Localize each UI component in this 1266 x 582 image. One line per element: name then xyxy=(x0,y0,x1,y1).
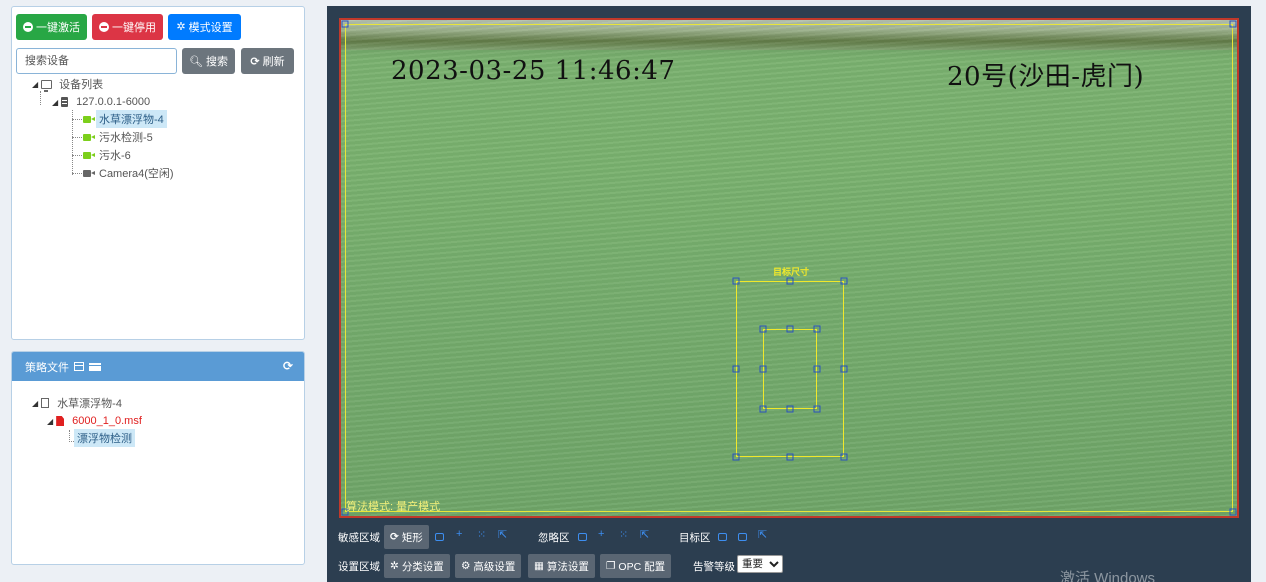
tree-camera-item[interactable]: 水草漂浮物-4 xyxy=(83,110,167,128)
gear-icon: ✲ xyxy=(176,20,186,33)
rect-mode-button[interactable]: ⟳ 矩形 xyxy=(384,525,429,549)
rect-handle[interactable] xyxy=(813,325,821,333)
sensitive-area-label: 敏感区域 xyxy=(338,532,380,544)
tree-server-node[interactable]: ◢ 127.0.0.1-6000 xyxy=(52,93,153,111)
target-size-label: 目标尺寸 xyxy=(772,267,810,277)
clear-icon[interactable]: ⇱ xyxy=(640,528,649,541)
polygon-icon[interactable] xyxy=(578,533,587,541)
rect-handle[interactable] xyxy=(786,405,794,413)
opc-config-button[interactable]: ❐ OPC 配置 xyxy=(600,554,672,578)
rect-handle[interactable] xyxy=(786,277,794,285)
points-icon[interactable]: ⁙ xyxy=(477,528,486,541)
zone-handle[interactable] xyxy=(1229,508,1237,516)
strategy-file-node[interactable]: ◢ 6000_1_0.msf xyxy=(47,412,145,430)
monitor-icon xyxy=(41,79,53,92)
advanced-settings-button[interactable]: ⚙ 高级设置 xyxy=(455,554,522,578)
rect-handle[interactable] xyxy=(759,325,767,333)
strategy-panel-header: 策略文件 ⟳ xyxy=(12,352,304,381)
ignore-area-label: 忽略区 xyxy=(538,532,570,544)
mode-settings-button[interactable]: ✲ 模式设置 xyxy=(168,14,241,40)
classify-settings-button[interactable]: ✲ 分类设置 xyxy=(384,554,450,578)
strategy-item-node[interactable]: 漂浮物检测 xyxy=(74,429,135,447)
server-icon xyxy=(61,97,69,107)
clear-icon[interactable]: ⇱ xyxy=(758,528,767,541)
target-size-rect-inner[interactable] xyxy=(763,329,817,409)
minus-circle-icon xyxy=(99,22,109,32)
zone-handle[interactable] xyxy=(1229,20,1237,28)
tree-camera-item[interactable]: 污水检测-5 xyxy=(83,128,156,146)
strategy-panel: 策略文件 ⟳ ◢ 水草漂浮物-4 ◢ 6000_1_0.msf 漂浮物检测 xyxy=(11,351,305,565)
polygon-icon[interactable] xyxy=(718,533,727,541)
algorithm-mode-text: 算法模式: 量产模式 xyxy=(346,501,441,513)
expand-triangle-icon[interactable]: ◢ xyxy=(52,98,58,107)
plus-circle-icon xyxy=(23,22,33,32)
search-device-input[interactable] xyxy=(16,48,177,74)
rect-handle[interactable] xyxy=(732,277,740,285)
camera-icon xyxy=(83,169,95,177)
activate-all-button[interactable]: 一键激活 xyxy=(16,14,87,40)
alarm-level-label: 告警等级 xyxy=(693,561,735,573)
tree-camera-item[interactable]: Camera4(空闲) xyxy=(83,164,177,182)
polygon-icon[interactable] xyxy=(738,533,747,541)
refresh-icon: ⟳ xyxy=(390,531,399,543)
target-area-label: 目标区 xyxy=(679,532,711,544)
rect-handle[interactable] xyxy=(813,405,821,413)
refresh-icon: ⟳ xyxy=(250,55,260,68)
clear-icon[interactable]: ⇱ xyxy=(498,528,507,541)
windows-icon: ❐ xyxy=(606,560,616,572)
channel-osd: 20号(沙田-虎门) xyxy=(947,62,1145,92)
gear-icon: ✲ xyxy=(390,560,399,572)
windows-activation-watermark: 激活 Windows xyxy=(1060,570,1156,582)
alarm-level-select[interactable]: 重要 xyxy=(737,555,783,573)
save-file-icon[interactable] xyxy=(74,362,84,371)
video-panel: 2023-03-25 11:46:47 20号(沙田-虎门) 目标尺寸 算法模式… xyxy=(327,6,1251,582)
rect-handle[interactable] xyxy=(813,365,821,373)
set-area-label: 设置区域 xyxy=(338,561,380,573)
rect-handle[interactable] xyxy=(732,365,740,373)
camera-icon xyxy=(83,133,95,141)
points-icon[interactable]: ⁙ xyxy=(619,528,628,541)
rect-handle[interactable] xyxy=(759,405,767,413)
rect-handle[interactable] xyxy=(759,365,767,373)
polygon-icon[interactable] xyxy=(435,533,444,541)
search-button[interactable]: 🔍︎ 搜索 xyxy=(182,48,235,74)
rect-handle[interactable] xyxy=(732,453,740,461)
card-icon[interactable] xyxy=(89,362,101,371)
refresh-button[interactable]: ⟳ 刷新 xyxy=(241,48,294,74)
grid-icon: ▦ xyxy=(534,560,544,572)
refresh-icon[interactable]: ⟳ xyxy=(283,359,293,373)
plus-icon[interactable]: + xyxy=(598,528,604,540)
rect-handle[interactable] xyxy=(786,325,794,333)
tree-root-device-list[interactable]: ◢ 设备列表 xyxy=(32,75,106,93)
expand-triangle-icon[interactable]: ◢ xyxy=(47,417,53,426)
rect-handle[interactable] xyxy=(840,453,848,461)
plus-icon[interactable]: + xyxy=(456,528,462,540)
rect-handle[interactable] xyxy=(840,277,848,285)
tree-camera-item[interactable]: 污水-6 xyxy=(83,146,134,164)
gears-icon: ⚙ xyxy=(461,560,471,572)
device-panel: 一键激活 一键停用 ✲ 模式设置 🔍︎ 搜索 ⟳ 刷新 ◢ 设备列表 ◢ 127… xyxy=(11,6,305,340)
strategy-root-node[interactable]: ◢ 水草漂浮物-4 xyxy=(32,394,125,412)
timestamp-osd: 2023-03-25 11:46:47 xyxy=(391,56,676,86)
camera-feed[interactable]: 2023-03-25 11:46:47 20号(沙田-虎门) 目标尺寸 算法模式… xyxy=(339,18,1239,518)
document-icon xyxy=(41,398,50,408)
rect-handle[interactable] xyxy=(786,453,794,461)
expand-triangle-icon[interactable]: ◢ xyxy=(32,399,38,408)
file-icon xyxy=(56,416,65,426)
algorithm-settings-button[interactable]: ▦ 算法设置 xyxy=(528,554,595,578)
zone-handle[interactable] xyxy=(341,20,349,28)
camera-icon xyxy=(83,151,95,159)
disable-all-button[interactable]: 一键停用 xyxy=(92,14,163,40)
rect-handle[interactable] xyxy=(840,365,848,373)
search-icon: 🔍︎ xyxy=(189,55,203,68)
expand-triangle-icon[interactable]: ◢ xyxy=(32,80,38,89)
camera-icon xyxy=(83,115,95,123)
